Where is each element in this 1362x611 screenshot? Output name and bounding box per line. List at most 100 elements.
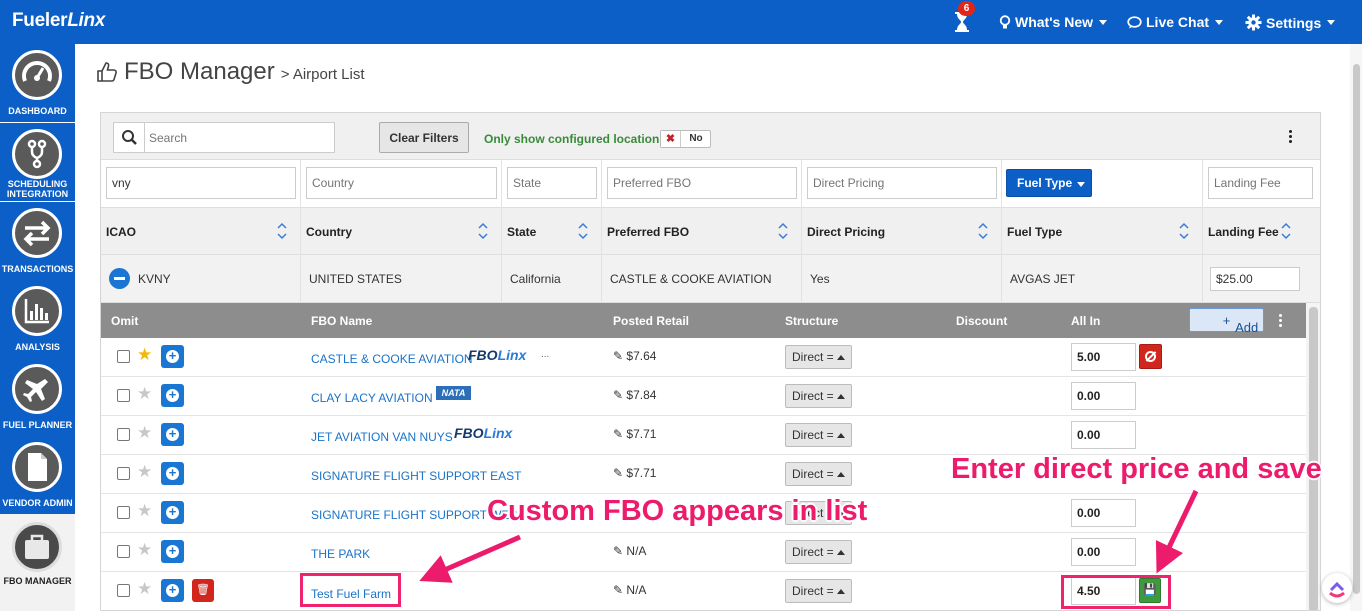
expand-button[interactable] bbox=[161, 540, 184, 563]
briefcase-icon bbox=[12, 522, 62, 572]
fbo-name-link[interactable]: CASTLE & COOKE AVIATION bbox=[311, 352, 473, 366]
filter-cell-landing-fee bbox=[1203, 160, 1320, 208]
filter-cell-fuel-type: Fuel Type bbox=[1002, 160, 1203, 208]
ban-icon[interactable] bbox=[1139, 344, 1162, 369]
fbo-name-link[interactable]: SIGNATURE FLIGHT SUPPORT EAST bbox=[311, 469, 522, 483]
column-header-direct-pricing[interactable]: Direct Pricing bbox=[802, 208, 1002, 255]
structure-dropdown[interactable]: Direct = bbox=[785, 540, 852, 564]
all-in-input[interactable] bbox=[1071, 538, 1136, 566]
all-in-input[interactable] bbox=[1071, 382, 1136, 410]
star-icon[interactable]: ★ bbox=[137, 541, 152, 558]
sort-icon[interactable] bbox=[978, 222, 988, 240]
column-header-state[interactable]: State bbox=[502, 208, 602, 255]
sidebar-label-fuel-planner: FUEL PLANNER bbox=[2, 420, 73, 430]
star-icon[interactable]: ★ bbox=[137, 385, 152, 402]
star-icon[interactable]: ★ bbox=[137, 424, 152, 441]
omit-checkbox[interactable] bbox=[117, 389, 130, 402]
sort-icon[interactable] bbox=[578, 222, 588, 240]
star-icon[interactable]: ★ bbox=[137, 580, 152, 597]
top-navbar: FuelerLinx 6 What's New Live Chat Settin… bbox=[0, 0, 1362, 44]
sort-icon[interactable] bbox=[1281, 222, 1291, 240]
column-header-landing-fee[interactable]: Landing Fee bbox=[1203, 208, 1320, 255]
only-configured-toggle[interactable]: ✖ No bbox=[660, 130, 711, 148]
fbo-name-link[interactable]: THE PARK bbox=[311, 547, 370, 561]
omit-checkbox[interactable] bbox=[117, 428, 130, 441]
star-icon[interactable]: ★ bbox=[137, 463, 152, 480]
collapse-icon[interactable] bbox=[109, 268, 130, 289]
expand-button[interactable] bbox=[161, 384, 184, 407]
bar-chart-icon bbox=[12, 286, 62, 336]
whats-new-menu[interactable]: What's New bbox=[999, 14, 1108, 30]
fbo-extra: ... bbox=[541, 349, 550, 360]
sort-icon[interactable] bbox=[277, 222, 287, 240]
structure-dropdown[interactable]: Direct = bbox=[785, 462, 852, 486]
filter-cell-state bbox=[502, 160, 602, 208]
clickup-widget-icon[interactable] bbox=[1322, 573, 1352, 603]
trash-icon[interactable]: 🗑 bbox=[192, 579, 214, 602]
sidebar-label-vendor-admin: VENDOR ADMIN bbox=[2, 498, 73, 508]
all-in-input[interactable] bbox=[1071, 421, 1136, 449]
all-in-input[interactable] bbox=[1071, 343, 1136, 371]
expand-button[interactable] bbox=[161, 579, 184, 602]
preferred-fbo-filter-input[interactable] bbox=[607, 167, 797, 199]
column-header-fuel-type[interactable]: Fuel Type bbox=[1002, 208, 1203, 255]
sort-icon[interactable] bbox=[1179, 222, 1189, 240]
swap-arrows-icon bbox=[12, 208, 62, 258]
expand-button[interactable] bbox=[161, 462, 184, 485]
fbo-more-options-icon[interactable] bbox=[1279, 314, 1283, 329]
sidebar-item-vendor-admin[interactable]: VENDOR ADMIN bbox=[0, 436, 75, 514]
fuel-type-dropdown[interactable]: Fuel Type bbox=[1006, 169, 1092, 197]
omit-checkbox[interactable] bbox=[117, 584, 130, 597]
expand-button[interactable] bbox=[161, 345, 184, 368]
page-scrollbar[interactable] bbox=[1350, 44, 1362, 611]
fbo-name-link[interactable]: CLAY LACY AVIATION bbox=[311, 391, 433, 405]
live-chat-label: Live Chat bbox=[1146, 14, 1210, 30]
omit-checkbox[interactable] bbox=[117, 467, 130, 480]
column-header-icao[interactable]: ICAO bbox=[101, 208, 301, 255]
sidebar-item-scheduling-integration[interactable]: SCHEDULING INTEGRATION bbox=[0, 123, 75, 201]
airport-preferred-fbo-cell: CASTLE & COOKE AVIATION bbox=[602, 255, 802, 303]
omit-checkbox[interactable] bbox=[117, 350, 130, 363]
omit-checkbox[interactable] bbox=[117, 506, 130, 519]
star-icon[interactable]: ★ bbox=[137, 346, 152, 363]
fbo-name-link[interactable]: JET AVIATION VAN NUYS bbox=[311, 430, 453, 444]
sidebar-item-analysis[interactable]: ANALYSIS bbox=[0, 280, 75, 358]
all-in-input[interactable] bbox=[1071, 499, 1136, 527]
sidebar-item-transactions[interactable]: TRANSACTIONS bbox=[0, 202, 75, 280]
omit-checkbox[interactable] bbox=[117, 545, 130, 558]
direct-pricing-filter-input[interactable] bbox=[807, 167, 997, 199]
column-header-country[interactable]: Country bbox=[301, 208, 502, 255]
landing-fee-filter-input[interactable] bbox=[1208, 167, 1313, 199]
state-filter-input[interactable] bbox=[507, 167, 597, 199]
settings-menu[interactable]: Settings bbox=[1245, 14, 1336, 31]
landing-fee-input[interactable] bbox=[1210, 267, 1300, 291]
icao-filter-input[interactable] bbox=[106, 167, 296, 199]
search-input[interactable] bbox=[144, 122, 335, 153]
sort-icon[interactable] bbox=[778, 222, 788, 240]
live-chat-menu[interactable]: Live Chat bbox=[1127, 14, 1224, 30]
fbo-row: ★ THE PARK ✎ N/A Direct = bbox=[101, 533, 1306, 572]
page-scrollbar-thumb[interactable] bbox=[1353, 64, 1360, 594]
more-options-icon[interactable] bbox=[1289, 130, 1293, 145]
breadcrumb[interactable]: > Airport List bbox=[281, 66, 365, 83]
airport-direct-pricing-cell: Yes bbox=[802, 255, 1002, 303]
clear-filters-button[interactable]: Clear Filters bbox=[379, 122, 469, 153]
structure-dropdown[interactable]: Direct = bbox=[785, 384, 852, 408]
sidebar-item-dashboard[interactable]: DASHBOARD bbox=[0, 44, 75, 122]
structure-dropdown[interactable]: Direct = bbox=[785, 423, 852, 447]
posted-retail: ✎ $7.64 bbox=[613, 349, 657, 363]
star-icon[interactable]: ★ bbox=[137, 502, 152, 519]
add-fbo-button[interactable]: + Add FBO bbox=[1189, 308, 1264, 350]
expand-button[interactable] bbox=[161, 423, 184, 446]
sidebar-item-fbo-manager[interactable]: FBO MANAGER bbox=[0, 514, 75, 611]
search-button[interactable] bbox=[113, 122, 145, 153]
structure-dropdown[interactable]: Direct = bbox=[785, 579, 852, 603]
column-header-preferred-fbo[interactable]: Preferred FBO bbox=[602, 208, 802, 255]
sort-icon[interactable] bbox=[478, 222, 488, 240]
caret-up-icon bbox=[836, 433, 845, 438]
country-filter-input[interactable] bbox=[306, 167, 497, 199]
sidebar-item-fuel-planner[interactable]: FUEL PLANNER bbox=[0, 358, 75, 436]
fuelerlinx-logo[interactable]: FuelerLinx bbox=[12, 10, 105, 32]
structure-dropdown[interactable]: Direct = bbox=[785, 345, 852, 369]
expand-button[interactable] bbox=[161, 501, 184, 524]
